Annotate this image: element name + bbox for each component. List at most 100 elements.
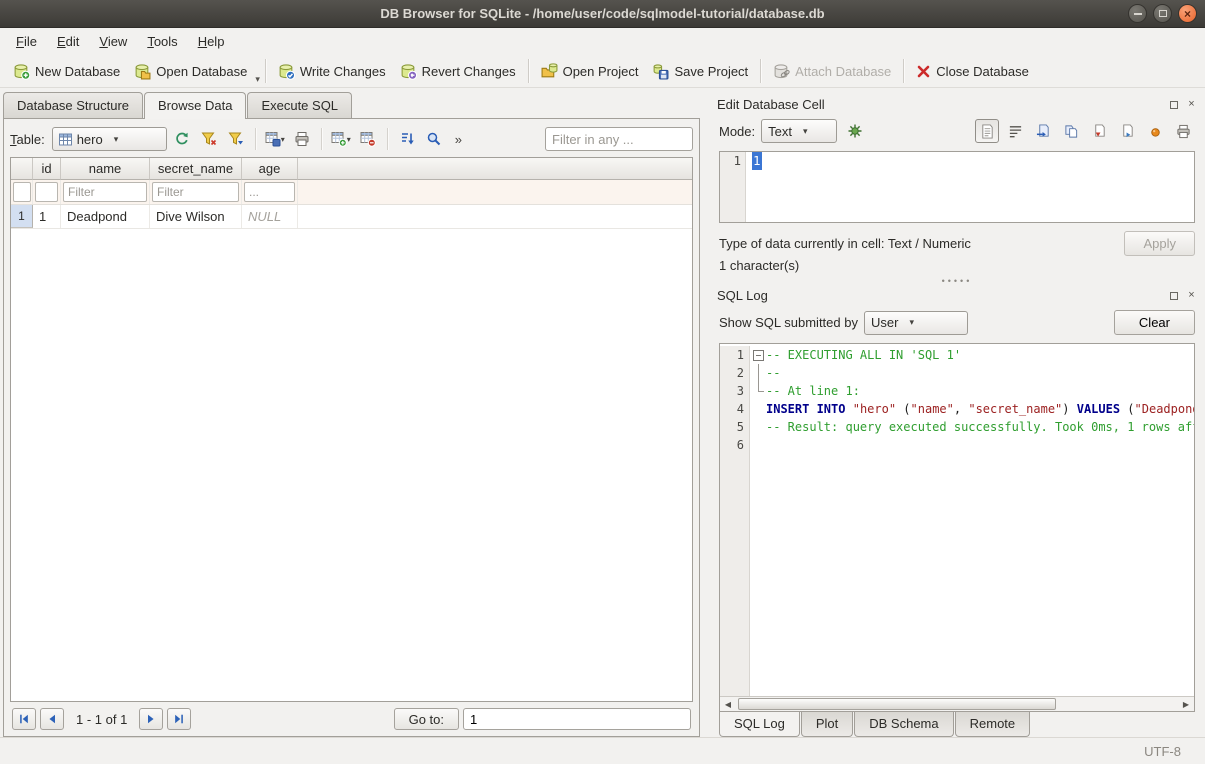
column-header-name[interactable]: name	[61, 158, 150, 180]
chevron-down-icon: ▾	[347, 135, 351, 144]
open-database-menu-arrow[interactable]: ▾	[255, 74, 260, 87]
filter-input-age[interactable]	[244, 182, 295, 202]
print-button[interactable]	[290, 127, 314, 151]
sort-button[interactable]	[395, 127, 419, 151]
undock-icon[interactable]	[1168, 290, 1179, 301]
scrollbar-thumb[interactable]	[738, 698, 1056, 710]
revert-changes-button[interactable]: Revert Changes	[393, 59, 523, 84]
export-file-button[interactable]	[1059, 119, 1083, 143]
scroll-right-icon[interactable]: ▶	[1178, 697, 1194, 711]
toolbar-overflow-chevron[interactable]: »	[455, 132, 462, 147]
menu-help[interactable]: Help	[188, 30, 235, 53]
save-project-button[interactable]: Save Project	[645, 59, 755, 84]
mode-select-value: Text	[768, 124, 792, 139]
browse-toolbar: Table: hero ▾	[4, 119, 699, 157]
save-view-button[interactable]: ▾	[263, 127, 287, 151]
open-project-button[interactable]: Open Project	[534, 59, 646, 84]
save-file-icon	[1092, 124, 1107, 139]
next-record-button[interactable]	[139, 708, 163, 730]
delete-record-button[interactable]	[356, 127, 380, 151]
close-icon[interactable]: ×	[1178, 4, 1197, 23]
filter-options-button[interactable]	[224, 127, 248, 151]
table-select[interactable]: hero ▾	[52, 127, 167, 151]
fold-marker-icon[interactable]	[750, 346, 766, 364]
row-header[interactable]: 1	[11, 205, 33, 228]
filter-input-name[interactable]	[63, 182, 147, 202]
word-wrap-button[interactable]	[1003, 119, 1027, 143]
menu-edit[interactable]: Edit	[47, 30, 89, 53]
tab-db-schema[interactable]: DB Schema	[854, 711, 953, 737]
refresh-icon	[174, 131, 190, 147]
cell-id[interactable]: 1	[33, 205, 61, 228]
previous-record-button[interactable]	[40, 708, 64, 730]
sql-log-title: SQL Log	[717, 288, 768, 303]
first-record-button[interactable]	[12, 708, 36, 730]
sql-submitter-select[interactable]: User ▾	[864, 311, 968, 335]
dock-splitter-handle[interactable]: •••••	[709, 275, 1205, 287]
minimize-icon[interactable]	[1128, 4, 1147, 23]
cell-age[interactable]: NULL	[242, 205, 298, 228]
mode-select[interactable]: Text ▾	[761, 119, 837, 143]
write-changes-label: Write Changes	[300, 64, 386, 79]
column-header-id[interactable]: id	[33, 158, 61, 180]
filter-input-secret-name[interactable]	[152, 182, 239, 202]
filter-row-corner-input[interactable]	[13, 182, 31, 202]
filter-input-id[interactable]	[35, 182, 58, 202]
open-database-icon	[134, 63, 151, 80]
cell-editor[interactable]: 1 1	[719, 151, 1195, 223]
save-file-button[interactable]	[1087, 119, 1111, 143]
column-header-age[interactable]: age	[242, 158, 298, 180]
apply-button[interactable]: Apply	[1124, 231, 1195, 256]
sql-log-dock-title: SQL Log ×	[709, 287, 1205, 308]
tab-database-structure[interactable]: Database Structure	[3, 92, 143, 118]
cell-count-label: 1 character(s)	[709, 258, 1205, 275]
scrollbar-track[interactable]	[736, 697, 1178, 711]
table-row: 1 1 Deadpond Dive Wilson NULL	[11, 205, 692, 229]
tab-sql-log[interactable]: SQL Log	[719, 710, 800, 737]
menu-tools[interactable]: Tools	[137, 30, 187, 53]
last-record-button[interactable]	[167, 708, 191, 730]
horizontal-scrollbar[interactable]: ◀ ▶	[720, 696, 1194, 711]
set-null-icon	[1148, 124, 1163, 139]
close-database-button[interactable]: Close Database	[909, 60, 1036, 83]
sql-log-editor[interactable]: 1-- EXECUTING ALL IN 'SQL 1'2--3-- At li…	[719, 343, 1195, 712]
set-null-button[interactable]	[1143, 119, 1167, 143]
refresh-button[interactable]	[170, 127, 194, 151]
open-database-button[interactable]: Open Database	[127, 59, 254, 84]
sql-log-controls: Show SQL submitted by User ▾ Clear	[709, 308, 1205, 341]
menu-view[interactable]: View	[89, 30, 137, 53]
tab-execute-sql[interactable]: Execute SQL	[247, 92, 352, 118]
goto-input[interactable]	[463, 708, 691, 730]
fold-guide	[750, 436, 766, 454]
column-header-secret-name[interactable]: secret_name	[150, 158, 242, 180]
tab-plot[interactable]: Plot	[801, 711, 853, 737]
text-mode-icon	[980, 124, 995, 139]
undock-icon[interactable]	[1168, 99, 1179, 110]
find-button[interactable]	[422, 127, 446, 151]
cell-secret-name[interactable]: Dive Wilson	[150, 205, 242, 228]
filter-any-input[interactable]	[545, 127, 693, 151]
tab-remote[interactable]: Remote	[955, 711, 1031, 737]
settings-button[interactable]	[843, 119, 867, 143]
tab-browse-data[interactable]: Browse Data	[144, 92, 246, 119]
menu-file[interactable]: File	[6, 30, 47, 53]
print-cell-button[interactable]	[1171, 119, 1195, 143]
write-changes-button[interactable]: Write Changes	[271, 59, 393, 84]
clear-log-button[interactable]: Clear	[1114, 310, 1195, 335]
insert-record-button[interactable]: ▾	[329, 127, 353, 151]
text-mode-button[interactable]	[975, 119, 999, 143]
new-database-button[interactable]: New Database	[6, 59, 127, 84]
maximize-icon[interactable]	[1153, 4, 1172, 23]
import-file-button[interactable]	[1031, 119, 1055, 143]
goto-button[interactable]: Go to:	[394, 708, 459, 730]
scroll-left-icon[interactable]: ◀	[720, 697, 736, 711]
copy-cell-button[interactable]	[1115, 119, 1139, 143]
title-bar[interactable]: DB Browser for SQLite - /home/user/code/…	[0, 0, 1205, 28]
cell-name[interactable]: Deadpond	[61, 205, 150, 228]
clear-filters-button[interactable]	[197, 127, 221, 151]
close-dock-icon[interactable]: ×	[1186, 290, 1197, 301]
data-grid: id name secret_name age	[10, 157, 693, 702]
close-dock-icon[interactable]: ×	[1186, 99, 1197, 110]
table-label: Table:	[10, 132, 45, 147]
attach-database-button[interactable]: Attach Database	[766, 59, 898, 84]
